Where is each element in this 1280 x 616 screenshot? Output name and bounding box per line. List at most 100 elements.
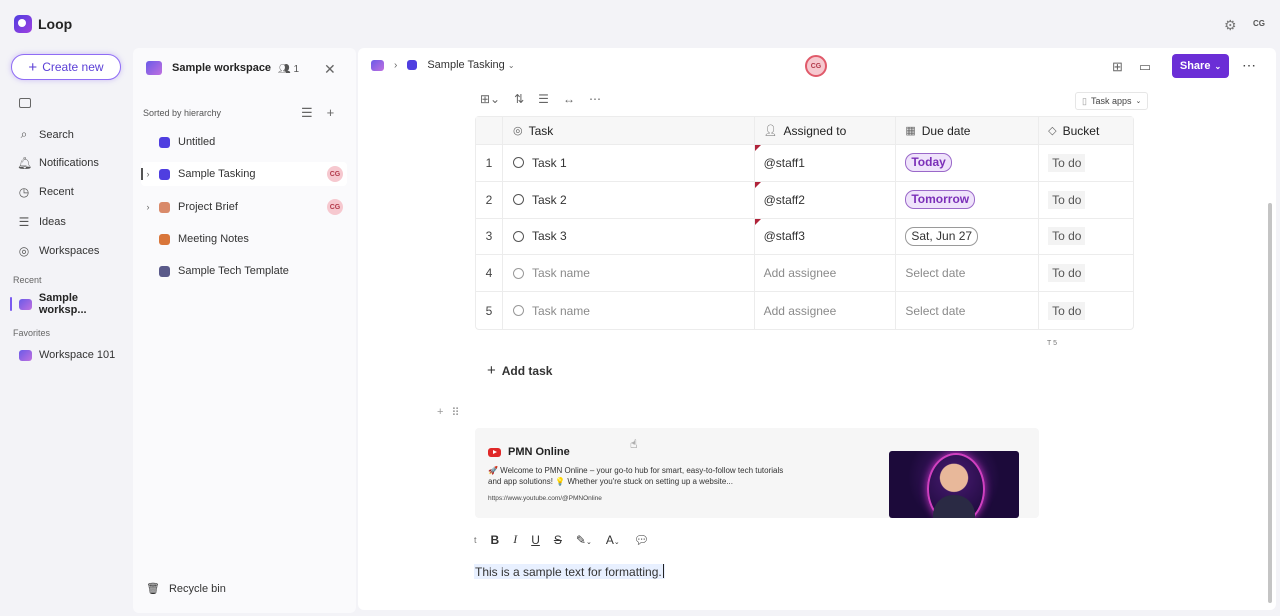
settings-gear-icon[interactable]: ⚙ [1224, 17, 1237, 34]
member-count: 1 [293, 64, 300, 75]
nav-item-notifications[interactable]: 🔔︎ Notifications [17, 156, 99, 170]
due-date-cell[interactable]: Sat, Jun 27 [896, 218, 1040, 255]
assignee-cell[interactable]: @staff2 [754, 181, 897, 218]
vertical-scrollbar[interactable] [1268, 203, 1272, 603]
underline-button[interactable]: U [531, 533, 540, 547]
youtube-embed-card[interactable]: PMN Online 🚀 Welcome to PMN Online – you… [475, 428, 1039, 518]
document-canvas: › Sample Tasking ⌄ CG ⊞ ▭ Share ⌄ ⋯ ⊞⌄ ⇅… [358, 48, 1276, 610]
embed-thumbnail[interactable] [889, 451, 1019, 518]
bold-button[interactable]: B [491, 533, 500, 547]
task-name: Task 2 [531, 192, 567, 207]
table-row: 4 Task name Add assignee Select date To … [476, 255, 1133, 293]
task-cell[interactable]: Task name [503, 292, 755, 329]
share-button[interactable]: Share ⌄ [1172, 54, 1229, 78]
bucket-cell[interactable]: To do [1039, 145, 1133, 181]
strikethrough-button[interactable]: S [554, 533, 562, 547]
comment-icon[interactable]: 💬︎ [634, 533, 649, 547]
more-options-icon[interactable]: ⋯ [589, 92, 601, 106]
workspace-icon[interactable] [371, 59, 384, 71]
recent-item-sample-workspace[interactable]: Sample worksp... [10, 292, 128, 316]
due-date-cell[interactable]: Select date [896, 255, 1040, 292]
partial-toolbar-item[interactable]: t [474, 535, 477, 545]
assignee: @staff1 [763, 155, 805, 170]
font-color-icon[interactable]: A⌄ [606, 533, 620, 547]
trash-icon: 🗑︎ [146, 583, 160, 595]
column-header-task[interactable]: ◎ Task [503, 117, 755, 144]
complete-task-checkbox[interactable] [512, 157, 524, 169]
resize-icon[interactable]: ↔ [563, 92, 575, 106]
chevron-right-icon[interactable]: › [141, 169, 155, 179]
bucket-cell[interactable]: To do [1039, 219, 1133, 255]
close-icon[interactable]: ✕ [324, 61, 336, 78]
task-cell[interactable]: Task name [503, 255, 755, 292]
nav-item-search[interactable]: ⌕ Search [17, 127, 74, 142]
drag-handle-icon[interactable]: ⠿ [451, 406, 459, 419]
task-cell[interactable]: Task 1 [503, 145, 755, 181]
assignee-cell[interactable]: Add assignee [755, 292, 897, 329]
tree-item-label: Sample Tech Template [178, 265, 289, 277]
nav-item-ideas[interactable]: ☰ Ideas [17, 215, 66, 229]
bucket-cell[interactable]: To do [1039, 182, 1133, 218]
tree-item-project-brief[interactable]: › Project Brief CG [141, 195, 347, 219]
column-label: Task [528, 123, 554, 138]
insert-block-icon[interactable]: + [437, 406, 443, 419]
italic-button[interactable]: I [513, 532, 517, 547]
app-logo[interactable]: Loop [14, 15, 72, 33]
user-account-button[interactable]: CG [1253, 19, 1265, 28]
workspace-header[interactable]: Sample workspace [146, 61, 271, 75]
complete-task-checkbox[interactable] [512, 305, 524, 317]
tree-item-label: Untitled [178, 136, 216, 148]
breadcrumb-page-title[interactable]: Sample Tasking ⌄ [427, 59, 514, 71]
table-row: 5 Task name Add assignee Select date To … [476, 292, 1133, 329]
tree-item-untitled[interactable]: Untitled [141, 130, 347, 154]
text-block[interactable]: This is a sample text for formatting. [474, 564, 665, 579]
sort-label: Sorted by hierarchy [143, 108, 222, 118]
complete-task-checkbox[interactable] [512, 230, 524, 242]
recycle-bin-button[interactable]: 🗑︎ Recycle bin [146, 582, 226, 596]
column-header-due[interactable]: ▦ Due date [896, 117, 1040, 144]
column-label: Assigned to [783, 123, 847, 138]
task-cell[interactable]: Task 3 [503, 218, 755, 255]
components-icon[interactable]: ⊞ [1112, 59, 1123, 75]
nav-item-label: Recent [39, 186, 74, 198]
column-header-bucket[interactable]: ◇ Bucket [1039, 117, 1133, 144]
due-date-cell[interactable]: Select date [896, 292, 1040, 329]
tree-item-sample-tech-template[interactable]: Sample Tech Template [141, 259, 347, 283]
block-handle: + ⠿ [437, 406, 460, 419]
assignee-cell[interactable]: Add assignee [755, 255, 897, 292]
task-table: ◎ Task 👤︎ Assigned to ▦ Due date ◇ Bucke… [475, 116, 1134, 330]
assignee-cell[interactable]: @staff3 [754, 218, 897, 255]
create-new-button[interactable]: + Create new [11, 54, 121, 80]
task-cell[interactable]: Task 2 [503, 181, 755, 218]
favorite-item-workspace-101[interactable]: Workspace 101 [19, 349, 115, 361]
embed-url[interactable]: https://www.youtube.com/@PMNOnline [488, 495, 602, 502]
sort-icon[interactable]: ⇅ [514, 92, 524, 106]
tree-item-meeting-notes[interactable]: Meeting Notes [141, 227, 347, 251]
due-date-cell[interactable]: Tomorrow [896, 181, 1040, 218]
complete-task-checkbox[interactable] [512, 194, 524, 206]
table-view-icon[interactable]: ⊞⌄ [480, 92, 500, 106]
column-header-assigned[interactable]: 👤︎ Assigned to [755, 117, 897, 144]
due-date-cell[interactable]: Today [896, 145, 1040, 181]
add-task-button[interactable]: + Add task [487, 362, 552, 379]
nav-item-workspaces[interactable]: ◎ Workspaces [17, 244, 100, 258]
chevron-right-icon[interactable]: › [141, 202, 155, 212]
filter-icon[interactable]: ☰ [301, 105, 313, 121]
bucket-cell[interactable]: To do [1039, 255, 1133, 291]
collapse-panel-icon[interactable] [19, 98, 31, 108]
more-options-icon[interactable]: ⋯ [1242, 57, 1256, 74]
assignee-cell[interactable]: @staff1 [754, 145, 897, 181]
nav-item-recent[interactable]: ◷ Recent [17, 185, 74, 199]
workspace-panel: Sample workspace 👥︎ 1 ✕ Sorted by hierar… [133, 48, 356, 613]
tree-item-sample-tasking[interactable]: › Sample Tasking CG [141, 162, 347, 186]
row-number: 5 [476, 292, 503, 329]
add-page-icon[interactable]: + [327, 105, 335, 121]
presence-avatar[interactable]: CG [805, 55, 827, 77]
bucket-cell[interactable]: To do [1039, 292, 1133, 329]
complete-task-checkbox[interactable] [512, 267, 524, 279]
layout-icon[interactable]: ▭ [1139, 59, 1151, 75]
workspace-members-button[interactable]: 👥︎ 1 [278, 64, 299, 75]
highlight-pen-icon[interactable]: ✎⌄ [576, 533, 592, 547]
task-apps-button[interactable]: ▯ Task apps ⌄ [1075, 92, 1149, 110]
filter-icon[interactable]: ☰ [538, 92, 549, 106]
